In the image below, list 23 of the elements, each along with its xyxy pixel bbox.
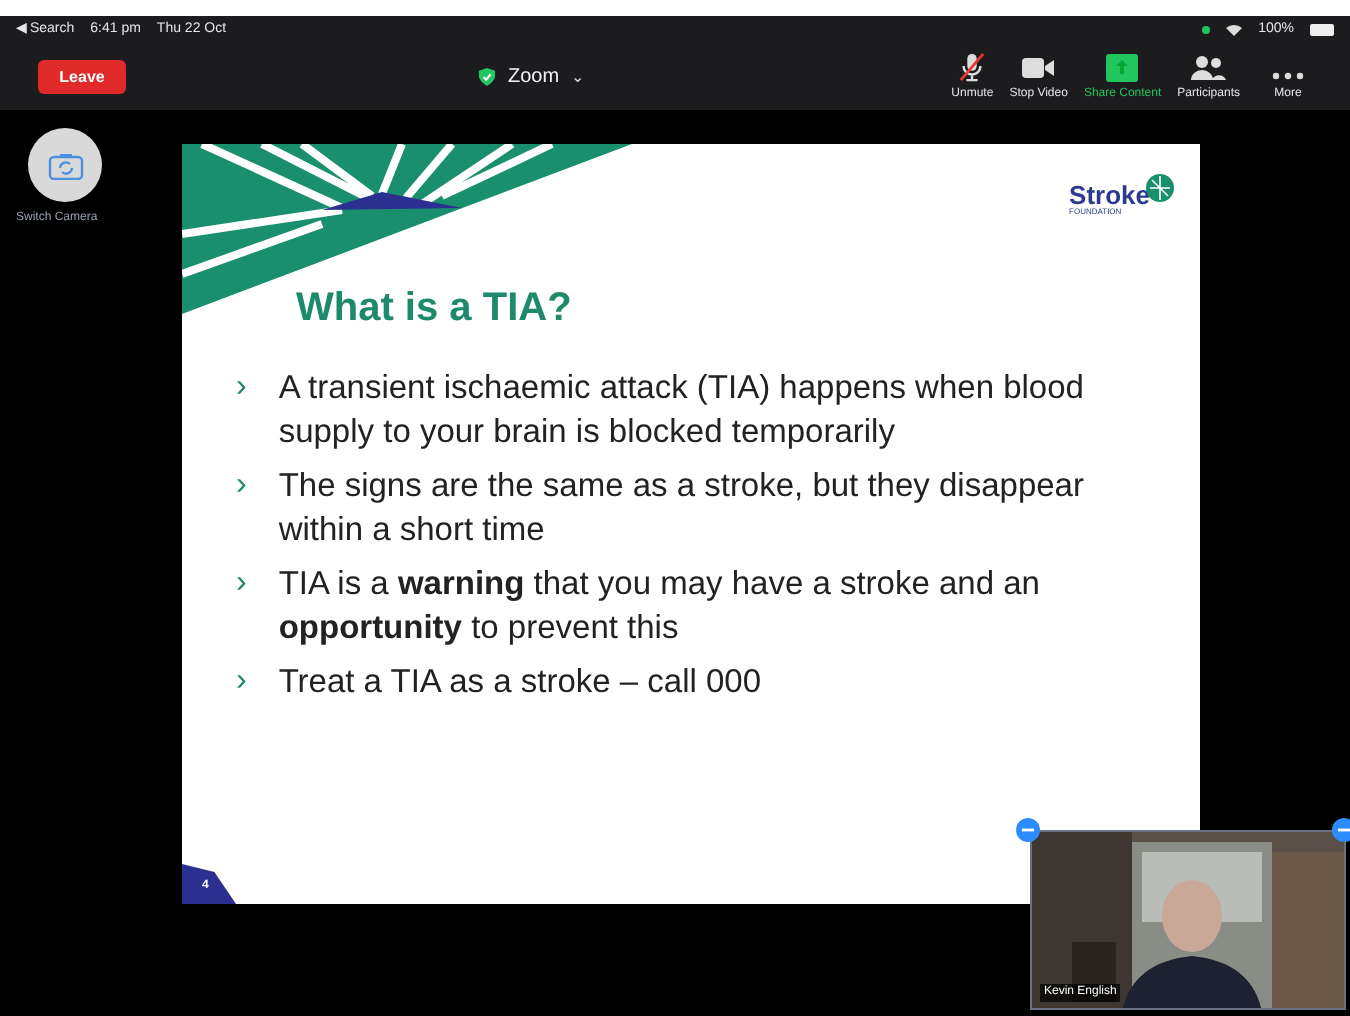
bullet-marker: ›	[236, 466, 247, 506]
minimize-icon[interactable]	[1332, 818, 1350, 842]
bullet-marker: ›	[236, 564, 247, 604]
bullet-marker: ›	[236, 662, 247, 702]
bullet-text: Treat a TIA as a stroke – call 000	[278, 662, 762, 704]
bullet-text: TIA is a warning that you may have a stroke and an opportunity to prevent this	[278, 564, 1042, 650]
caret-icon[interactable]: ⌄	[571, 65, 586, 89]
muted-microphone-icon	[956, 51, 989, 81]
slide-title: What is a TIA?	[296, 284, 574, 334]
switch-camera-button[interactable]	[28, 128, 102, 202]
minimize-icon[interactable]	[1016, 818, 1040, 842]
battery-icon	[1310, 24, 1334, 36]
leave-button[interactable]: Leave	[38, 60, 126, 94]
meeting-title[interactable]: Zoom	[508, 62, 560, 92]
people-icon	[1190, 53, 1227, 81]
bullet-text: A transient ischaemic attack (TIA) happens when blood supply to your brain is blocked temporarily	[278, 368, 1086, 454]
logo-wordmark: Stroke	[1069, 182, 1150, 208]
wifi-icon	[1226, 24, 1243, 36]
camera-rotate-icon	[47, 151, 83, 179]
more-dots-icon	[1272, 69, 1304, 81]
status-dot-icon	[1202, 26, 1211, 34]
video-camera-icon	[1020, 53, 1057, 81]
bullet-marker: ›	[236, 368, 247, 408]
